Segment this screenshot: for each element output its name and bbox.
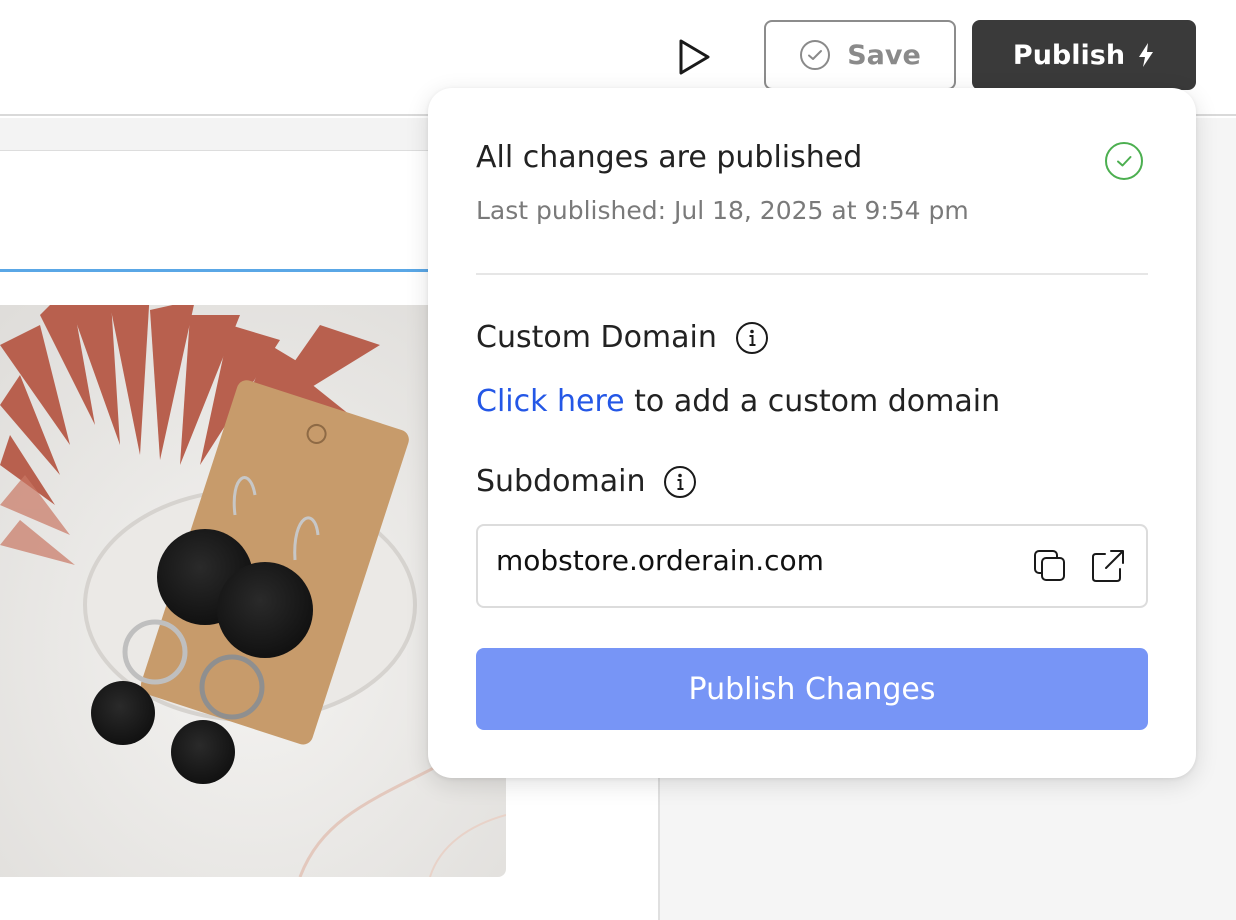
subdomain-value[interactable]: mobstore.orderain.com <box>496 544 824 577</box>
subdomain-label: Subdomain <box>476 464 646 499</box>
editor-screen: Save Publish All changes are published L… <box>0 0 1236 920</box>
copy-subdomain-button[interactable] <box>1032 548 1068 584</box>
subdomain-heading: Subdomain <box>476 464 697 499</box>
save-button[interactable]: Save <box>764 20 956 90</box>
preview-button[interactable] <box>670 34 718 80</box>
add-custom-domain-link[interactable]: Click here <box>476 384 625 419</box>
custom-domain-heading: Custom Domain <box>476 320 769 355</box>
copy-icon <box>1034 550 1065 581</box>
info-icon[interactable] <box>663 465 697 499</box>
save-label: Save <box>847 39 921 71</box>
publish-status-title: All changes are published <box>476 140 863 175</box>
custom-domain-prompt-text: to add a custom domain <box>624 384 1001 419</box>
last-published-text: Last published: Jul 18, 2025 at 9:54 pm <box>476 196 969 225</box>
custom-domain-prompt: Click here to add a custom domain <box>476 384 1000 419</box>
active-field-underline <box>0 269 440 272</box>
subdomain-field[interactable]: mobstore.orderain.com <box>476 524 1148 608</box>
custom-domain-label: Custom Domain <box>476 320 717 355</box>
publish-changes-button[interactable]: Publish Changes <box>476 648 1148 730</box>
lightning-icon <box>1139 43 1154 67</box>
external-link-icon <box>1092 550 1124 582</box>
info-icon[interactable] <box>735 321 769 355</box>
play-icon <box>679 39 710 75</box>
check-circle-icon <box>1105 142 1143 180</box>
open-subdomain-button[interactable] <box>1090 548 1126 584</box>
publish-button[interactable]: Publish <box>972 20 1196 90</box>
check-circle-icon <box>800 40 831 70</box>
publish-popover: All changes are published Last published… <box>428 88 1196 778</box>
publish-label: Publish <box>1012 39 1126 71</box>
divider <box>476 273 1148 275</box>
